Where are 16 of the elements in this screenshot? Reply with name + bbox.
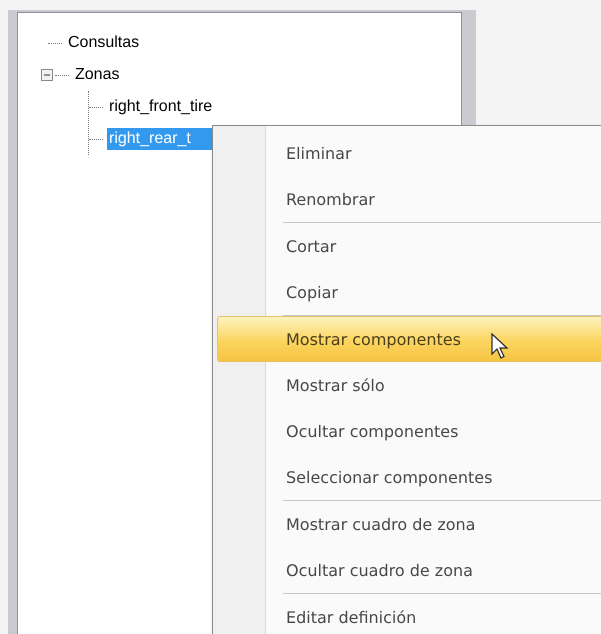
tree-item[interactable]: right_front_tire	[107, 96, 214, 118]
tree-item[interactable]: Consultas	[66, 32, 142, 54]
menu-item[interactable]: Eliminar	[217, 130, 601, 176]
menu-item[interactable]: Mostrar cuadro de zona	[217, 501, 601, 547]
menu-item[interactable]: Copiar	[217, 269, 601, 315]
menu-item[interactable]: Renombrar	[217, 176, 601, 222]
menu-item[interactable]: Seleccionar componentes	[217, 454, 601, 500]
mouse-pointer-icon	[491, 333, 511, 361]
collapse-icon[interactable]	[41, 69, 53, 81]
menu-item[interactable]: Mostrar sólo	[217, 362, 601, 408]
menu-item[interactable]: Ocultar cuadro de zona	[217, 547, 601, 593]
menu-item[interactable]: Ocultar componentes	[217, 408, 601, 454]
menu-item[interactable]: Mostrar componentes	[217, 316, 601, 362]
tree-item[interactable]: Zonas	[73, 64, 122, 86]
menu-item[interactable]: Editar definición	[217, 594, 601, 634]
menu-item[interactable]: Cortar	[217, 223, 601, 269]
